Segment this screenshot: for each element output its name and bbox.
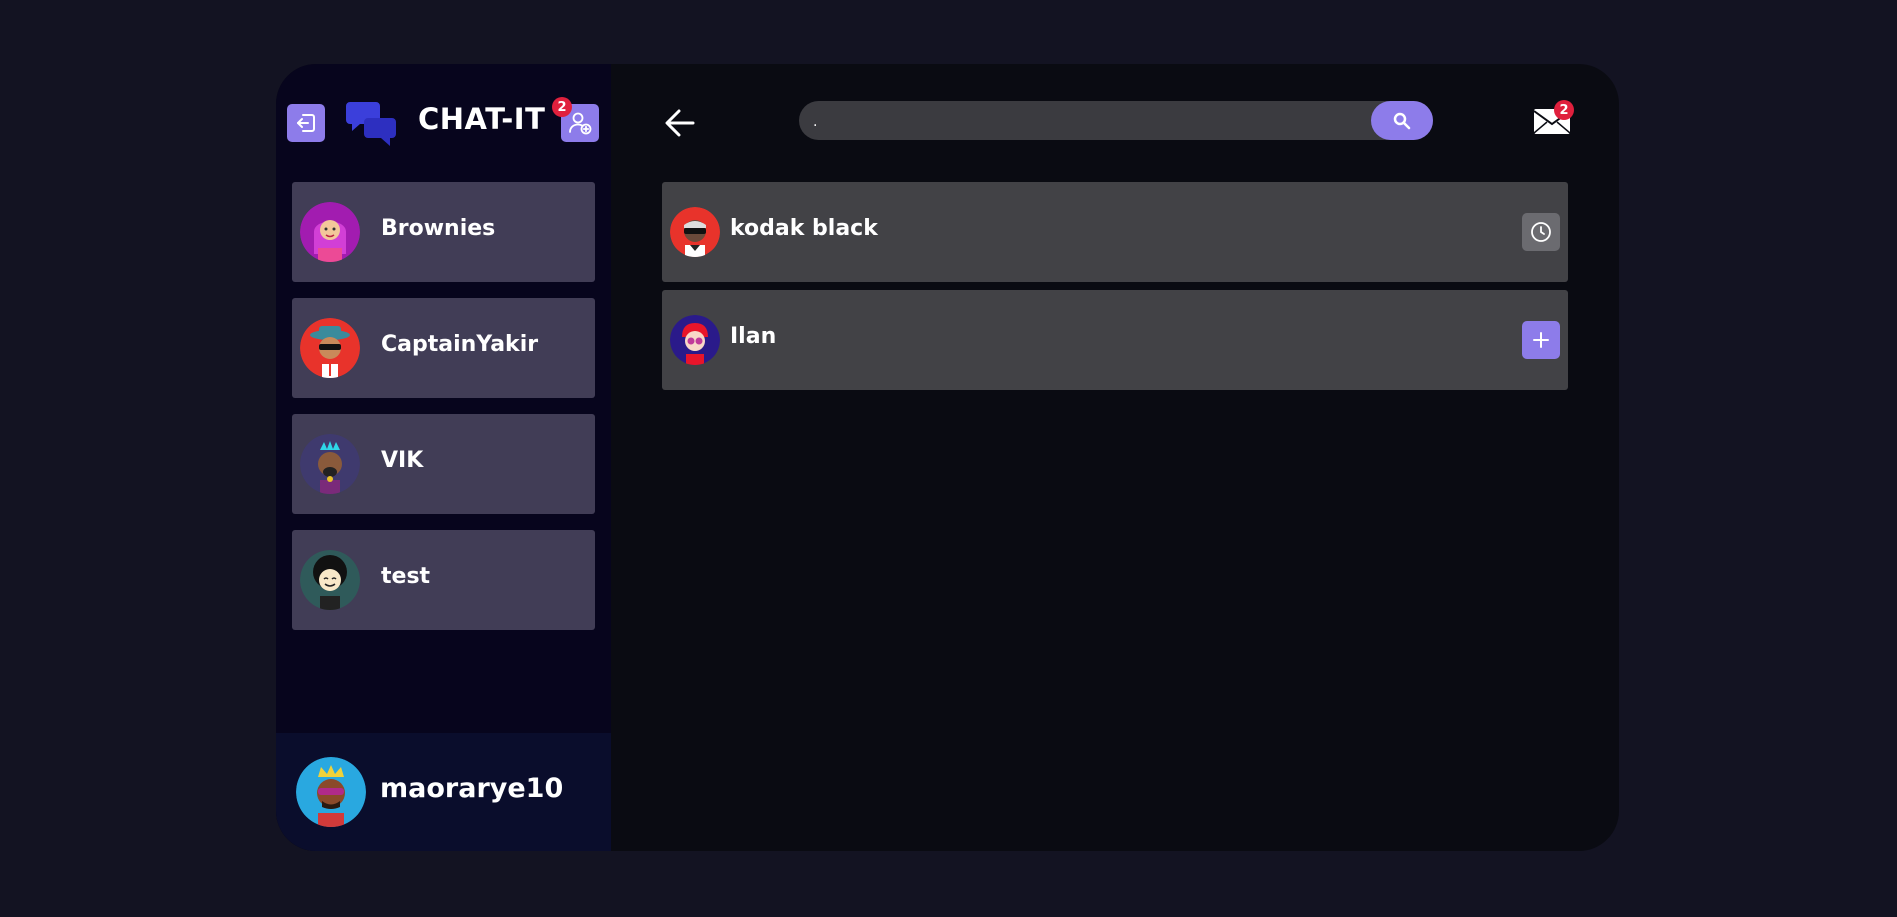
avatar [670, 207, 720, 257]
list-item: Ilan [662, 290, 1568, 390]
avatar [670, 315, 720, 365]
chat-name: VIK [381, 448, 424, 473]
search-input[interactable] [811, 101, 1355, 142]
inbox-badge: 2 [1554, 100, 1574, 120]
main-panel: 2 kodak black Ilan [611, 64, 1619, 851]
pending-request-button[interactable] [1522, 213, 1560, 251]
search-results: kodak black Ilan [662, 182, 1568, 398]
app-window: CHAT-IT 2 Brownies CaptainYakir VIK test… [276, 64, 1619, 851]
search-icon [1393, 112, 1411, 129]
avatar [300, 318, 360, 378]
search-button[interactable] [1371, 101, 1433, 140]
logout-button[interactable] [287, 104, 325, 142]
avatar [300, 434, 360, 494]
logo-icon [346, 102, 396, 146]
add-user-icon [569, 112, 592, 135]
friend-requests-badge: 2 [552, 97, 572, 117]
add-friend-button[interactable] [1522, 321, 1560, 359]
chat-item[interactable]: Brownies [292, 182, 595, 282]
profile-username: maorarye10 [380, 773, 564, 804]
result-name: kodak black [730, 216, 878, 241]
chat-name: Brownies [381, 216, 496, 241]
avatar [300, 550, 360, 610]
back-arrow-icon[interactable] [663, 106, 697, 140]
search-bar [799, 101, 1433, 142]
chat-name: CaptainYakir [381, 332, 539, 357]
app-title: CHAT-IT [418, 102, 546, 136]
chat-item[interactable]: test [292, 530, 595, 630]
chat-item[interactable]: VIK [292, 414, 595, 514]
list-item: kodak black [662, 182, 1568, 282]
profile-bar[interactable]: maorarye10 [276, 733, 611, 851]
avatar [296, 757, 366, 827]
chat-item[interactable]: CaptainYakir [292, 298, 595, 398]
chat-name: test [381, 564, 431, 589]
sidebar: CHAT-IT 2 Brownies CaptainYakir VIK test… [276, 64, 611, 851]
result-name: Ilan [730, 324, 777, 349]
plus-icon [1533, 332, 1549, 348]
chat-list: Brownies CaptainYakir VIK test [292, 182, 595, 646]
clock-icon [1531, 222, 1551, 242]
avatar [300, 202, 360, 262]
logout-icon [297, 114, 315, 132]
